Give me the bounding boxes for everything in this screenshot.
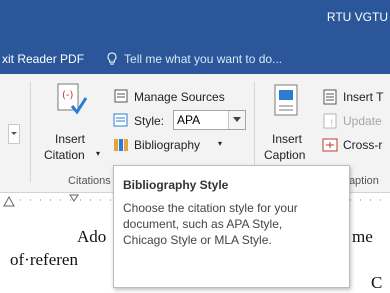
manage-sources-label: Manage Sources (134, 90, 225, 104)
chevron-down-icon: ▾ (218, 139, 223, 148)
tooltip-title: Bibliography Style (123, 178, 229, 192)
document-text-line3-right: C (371, 273, 383, 292)
manage-sources-icon (114, 89, 128, 103)
table-of-figures-icon (323, 89, 337, 105)
tab-foxit-reader-pdf[interactable]: xit Reader PDF (2, 52, 84, 66)
style-icon (113, 113, 128, 127)
insert-caption-button[interactable]: Insert Caption (260, 80, 318, 170)
ribbon-tab-row: xit Reader PDF Tell me what you want to … (0, 44, 390, 74)
bibliography-button[interactable]: Bibliography ▾ (112, 136, 242, 156)
bibliography-label: Bibliography (134, 138, 201, 152)
style-value: APA (177, 113, 201, 127)
svg-text:!: ! (330, 119, 334, 129)
style-label: Style: (134, 114, 165, 128)
update-table-button[interactable]: ! Update (322, 112, 390, 132)
bibliography-icon (114, 139, 128, 151)
title-bar: RTU VGTU (0, 0, 390, 44)
insert-caption-label: Insert (272, 132, 303, 146)
scroll-left-control[interactable] (8, 124, 20, 144)
insert-caption-icon (274, 84, 298, 116)
document-text-line2-left: of·referen (10, 250, 78, 269)
manage-sources-button[interactable]: Manage Sources (112, 88, 247, 108)
cross-reference-icon (322, 138, 338, 152)
svg-text:(-): (-) (62, 90, 74, 101)
chevron-down-icon (11, 132, 17, 135)
bibliography-style-tooltip: Bibliography Style Choose the citation s… (113, 165, 350, 288)
document-text-line1-right: me (352, 227, 373, 246)
tooltip-body: Choose the citation style for your docum… (123, 201, 298, 247)
tell-me-placeholder: Tell me what you want to do... (124, 52, 283, 66)
update-table-icon: ! (323, 113, 337, 129)
insert-caption-label-line2: Caption (264, 148, 306, 162)
document-text-line1-left: Ado (77, 227, 107, 246)
cross-reference-label: Cross-r (343, 138, 383, 152)
tell-me-box[interactable]: Tell me what you want to do... (106, 52, 282, 66)
cross-reference-button[interactable]: Cross-r (322, 136, 390, 156)
insert-table-of-figures-label: Insert T (343, 90, 384, 104)
window-title: RTU VGTU (326, 10, 388, 24)
insert-citation-label-line2: Citation (44, 148, 85, 162)
insert-citation-button[interactable]: (-) Insert Citation ▾ (40, 80, 104, 170)
bibliography-style-dropdown[interactable]: APA (173, 110, 246, 130)
chevron-down-icon (228, 111, 245, 129)
lightbulb-icon (107, 52, 117, 65)
insert-table-of-figures-button[interactable]: Insert T (322, 88, 390, 108)
insert-citation-icon: (-) (57, 83, 88, 115)
insert-citation-label: Insert (55, 132, 86, 146)
chevron-down-icon: ▾ (96, 149, 101, 158)
update-table-label: Update (343, 114, 382, 128)
